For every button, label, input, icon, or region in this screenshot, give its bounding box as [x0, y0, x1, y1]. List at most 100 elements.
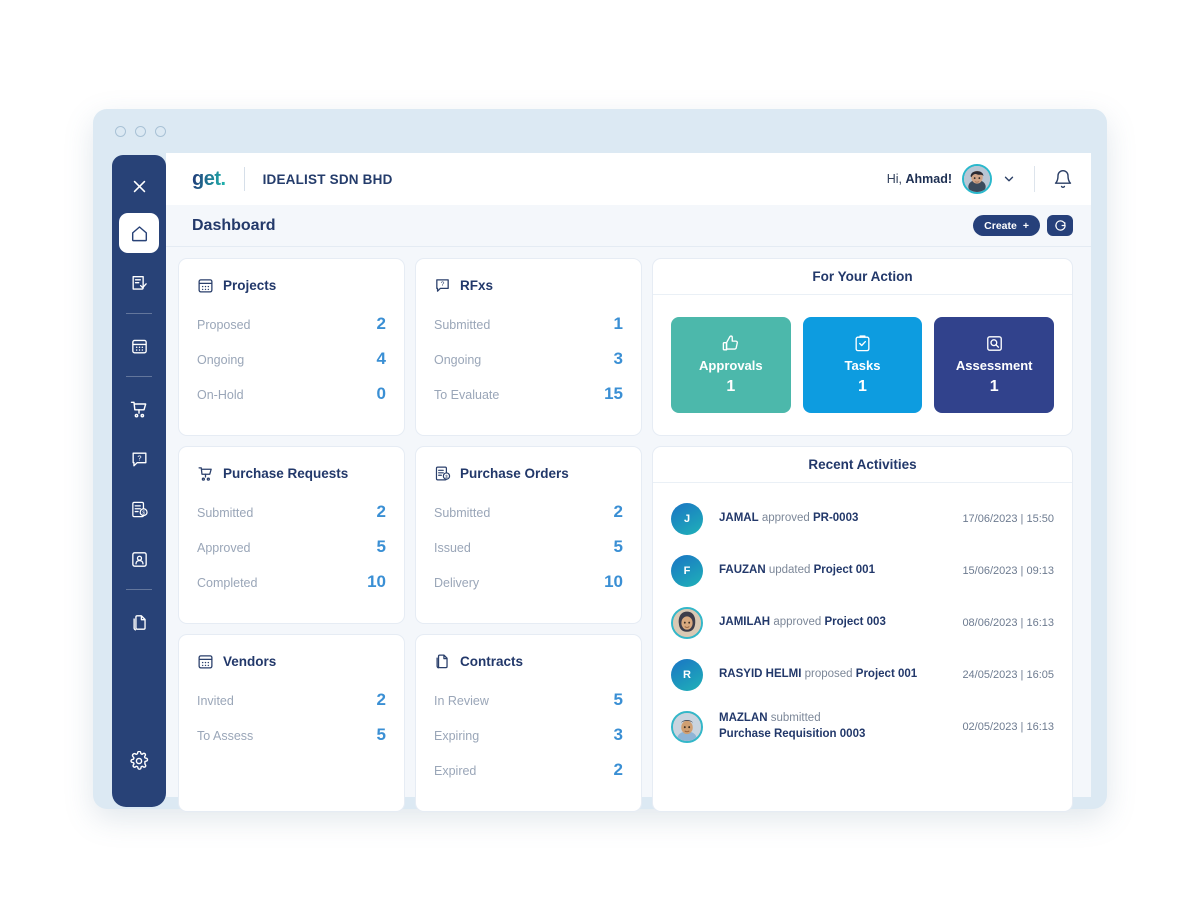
- card-purchase-requests[interactable]: Purchase Requests Submitted 2 Approved 5…: [178, 446, 405, 624]
- stat-label: Expired: [434, 764, 477, 778]
- activity-actor: RASYID HELMI: [719, 668, 802, 681]
- action-tile-count: 1: [858, 378, 867, 395]
- calendar-grid-icon: [197, 653, 214, 670]
- action-tile-tasks[interactable]: Tasks 1: [802, 317, 923, 413]
- gear-icon: [130, 751, 149, 770]
- list-item[interactable]: J JAMAL approved PR-0003 17/06/2023 | 15…: [671, 493, 1054, 545]
- sidebar-item-projects[interactable]: [119, 326, 159, 366]
- maximize-dot[interactable]: [155, 125, 166, 137]
- sidebar-item-purchase-requests[interactable]: [119, 389, 159, 429]
- card-title: Purchase Orders: [460, 466, 569, 481]
- documents-icon: [132, 614, 146, 631]
- stat-value: 2: [613, 502, 623, 521]
- avatar: F: [671, 555, 703, 587]
- activity-timestamp: 15/06/2023 | 09:13: [962, 565, 1054, 577]
- activity-actor: JAMILAH: [719, 616, 771, 629]
- svg-text:$: $: [142, 510, 145, 516]
- avatar-photo: [673, 609, 701, 637]
- stat-label: Completed: [197, 576, 258, 590]
- card-header: Vendors: [197, 653, 386, 670]
- card-rfxs[interactable]: ? RFxs Submitted 1 Ongoing 3 To Evaluate…: [415, 258, 642, 436]
- avatar-photo: [964, 166, 990, 192]
- stat-row: In Review 5: [434, 690, 623, 710]
- card-vendors[interactable]: Vendors Invited 2 To Assess 5: [178, 634, 405, 812]
- invoice-dollar-icon: $: [131, 501, 148, 517]
- sidebar-item-purchase-orders[interactable]: $: [119, 489, 159, 529]
- stat-label: On-Hold: [197, 388, 244, 402]
- page-title: Dashboard: [192, 216, 276, 234]
- activity-actor: FAUZAN: [719, 564, 766, 577]
- stat-value: 5: [376, 725, 386, 744]
- activity-timestamp: 02/05/2023 | 16:13: [962, 721, 1054, 733]
- bell-icon[interactable]: [1053, 169, 1073, 189]
- sidebar-item-contracts[interactable]: [119, 602, 159, 642]
- list-item[interactable]: R RASYID HELMI proposed Project 001 24/0…: [671, 649, 1054, 701]
- sidebar-item-home[interactable]: [119, 213, 159, 253]
- stat-value: 2: [376, 314, 386, 333]
- stat-row: Submitted 2: [434, 502, 623, 522]
- stat-row: To Assess 5: [197, 725, 386, 745]
- window-titlebar: [93, 109, 1107, 153]
- panel-title: For Your Action: [653, 259, 1072, 295]
- minimize-dot[interactable]: [135, 125, 146, 137]
- create-button[interactable]: Create +: [973, 215, 1040, 236]
- stat-row: On-Hold 0: [197, 384, 386, 404]
- stat-row: Issued 5: [434, 537, 623, 557]
- action-tile-approvals[interactable]: Approvals 1: [671, 317, 791, 413]
- stat-label: Submitted: [434, 506, 491, 520]
- page-toolbar-actions: Create +: [973, 215, 1073, 236]
- avatar-initial: J: [683, 513, 691, 525]
- avatar: [671, 607, 703, 639]
- stat-value: 1: [613, 314, 623, 333]
- cart-icon: [197, 465, 214, 482]
- stat-value: 2: [376, 690, 386, 709]
- sidebar: ? $: [112, 155, 166, 807]
- card-purchase-orders[interactable]: $ Purchase Orders Submitted 2 Issued 5 D…: [415, 446, 642, 624]
- stat-value: 0: [376, 384, 386, 403]
- list-item[interactable]: F FAUZAN updated Project 001 15/06/2023 …: [671, 545, 1054, 597]
- stat-value: 3: [613, 349, 623, 368]
- stat-value: 2: [613, 760, 623, 779]
- card-title: Purchase Requests: [223, 466, 349, 481]
- user-greeting: Hi, Ahmad!: [887, 172, 952, 186]
- list-item[interactable]: MAZLAN submitted Purchase Requisition 00…: [671, 701, 1054, 753]
- avatar: R: [671, 659, 703, 691]
- header-divider: [243, 167, 245, 191]
- brand-logo[interactable]: get.: [192, 168, 226, 191]
- card-header: Purchase Requests: [197, 465, 386, 482]
- activity-action: approved: [770, 616, 825, 629]
- refresh-button[interactable]: [1047, 215, 1073, 236]
- sidebar-item-rfxs[interactable]: ?: [119, 439, 159, 479]
- activity-actor: JAMAL: [719, 512, 759, 525]
- checklist-icon: [131, 275, 147, 290]
- invoice-dollar-icon: $: [434, 465, 451, 482]
- card-header: ? RFxs: [434, 277, 623, 294]
- stat-value: 5: [376, 537, 386, 556]
- app-main: get. IDEALIST SDN BHD Hi, Ahmad! Dashboa…: [166, 153, 1091, 812]
- clipboard-check-icon: [853, 334, 872, 353]
- activity-timestamp: 08/06/2023 | 16:13: [962, 617, 1054, 629]
- card-title: RFxs: [460, 278, 494, 293]
- header-divider-2: [1034, 166, 1035, 192]
- stat-row: Invited 2: [197, 690, 386, 710]
- app-header: get. IDEALIST SDN BHD Hi, Ahmad!: [166, 153, 1091, 205]
- panel-body: Approvals 1 Tasks 1 Assessment 1: [653, 295, 1072, 435]
- close-dot[interactable]: [115, 125, 126, 137]
- sidebar-item-settings[interactable]: [119, 741, 159, 781]
- sidebar-item-approvals[interactable]: [119, 263, 159, 303]
- stat-row: Ongoing 3: [434, 349, 623, 369]
- sidebar-item-vendors[interactable]: [119, 539, 159, 579]
- chevron-down-icon[interactable]: [1002, 172, 1016, 186]
- card-contracts[interactable]: Contracts In Review 5 Expiring 3 Expired…: [415, 634, 642, 812]
- stat-value: 10: [367, 572, 386, 591]
- stat-label: Proposed: [197, 318, 251, 332]
- sidebar-close-button[interactable]: [121, 169, 157, 203]
- list-item[interactable]: JAMILAH approved Project 003 08/06/2023 …: [671, 597, 1054, 649]
- card-projects[interactable]: Projects Proposed 2 Ongoing 4 On-Hold 0: [178, 258, 405, 436]
- avatar[interactable]: [962, 164, 992, 194]
- svg-text:?: ?: [137, 453, 141, 462]
- action-tile-assessment[interactable]: Assessment 1: [934, 317, 1055, 413]
- stat-value: 2: [376, 502, 386, 521]
- sidebar-divider: [126, 589, 152, 590]
- stat-value: 10: [604, 572, 623, 591]
